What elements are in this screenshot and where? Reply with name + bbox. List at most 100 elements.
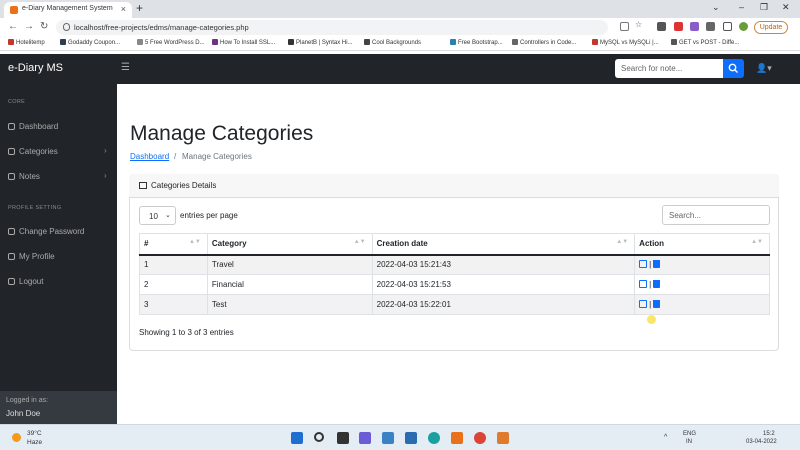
column-header-number[interactable]: # ▲▼ xyxy=(139,233,208,256)
edit-icon[interactable] xyxy=(639,260,648,269)
column-header-creation-date[interactable]: Creation date ▲▼ xyxy=(371,233,636,256)
extensions-puzzle-icon[interactable] xyxy=(706,22,715,31)
sublime-icon[interactable] xyxy=(451,432,463,444)
minimize-icon[interactable]: – xyxy=(739,2,744,12)
reload-icon[interactable]: ↻ xyxy=(40,21,48,32)
settings-app-icon[interactable] xyxy=(382,432,394,444)
edit-icon[interactable] xyxy=(639,280,648,288)
bookmark-item[interactable]: Godaddy Coupon... xyxy=(60,39,120,46)
bookmark-item[interactable]: Free Bootstrap... xyxy=(450,39,503,46)
bookmark-item[interactable]: PlanetB | Syntax Hi... xyxy=(288,39,353,46)
note-search-input[interactable] xyxy=(615,59,723,78)
tray-chevron-up-icon[interactable]: ^ xyxy=(664,434,672,442)
language-region: IN xyxy=(686,439,692,445)
new-tab-icon[interactable]: + xyxy=(136,1,143,15)
column-header-category[interactable]: Category ▲▼ xyxy=(206,233,373,256)
cell-action: | xyxy=(634,294,770,315)
sidebar-item-notes[interactable]: Notes xyxy=(8,172,40,181)
sidebar-footer: Logged in as: John Doe xyxy=(0,391,117,424)
task-view-icon[interactable] xyxy=(337,432,349,444)
table-icon xyxy=(139,182,147,189)
tab-search-icon[interactable]: ⌄ xyxy=(712,2,720,13)
bookmark-item[interactable]: Controllers in Code... xyxy=(512,39,576,46)
dashboard-icon xyxy=(8,123,15,130)
mouse-cursor-highlight xyxy=(647,315,656,324)
breadcrumb-dashboard-link[interactable]: Dashboard xyxy=(130,152,169,161)
clock-time[interactable]: 15:2 xyxy=(763,431,775,437)
language-indicator[interactable]: ENG xyxy=(683,431,696,437)
bookmark-item[interactable]: 5 Free WordPress D... xyxy=(137,39,205,46)
taskbar-search-icon[interactable] xyxy=(314,432,324,442)
sort-icon: ▲▼ xyxy=(353,239,366,245)
weather-temperature: 39°C xyxy=(27,430,42,437)
search-icon xyxy=(728,63,738,73)
url-bar[interactable]: localhost/free-projects/edms/manage-cate… xyxy=(56,20,608,35)
share-icon[interactable] xyxy=(620,22,629,31)
bookmark-item[interactable]: MySQL vs MySQLi |... xyxy=(592,39,659,46)
sidebar-item-change-password[interactable]: Change Password xyxy=(8,227,84,236)
table-search-input[interactable] xyxy=(662,205,770,225)
delete-icon[interactable] xyxy=(653,300,661,308)
maximize-icon[interactable]: ❐ xyxy=(760,2,768,13)
delete-icon[interactable] xyxy=(653,280,661,288)
close-tab-icon[interactable]: × xyxy=(121,4,126,14)
sidebar-item-logout[interactable]: Logout xyxy=(8,277,43,286)
chevron-right-icon: › xyxy=(104,171,107,180)
bookmark-star-icon[interactable]: ☆ xyxy=(635,20,644,29)
entries-per-page-select[interactable]: 10 ⌄ xyxy=(139,206,176,225)
table-header-row: # ▲▼ Category ▲▼ Creation date ▲▼ Action ▲▼ xyxy=(139,233,770,256)
info-icon[interactable] xyxy=(63,23,70,31)
cell-category: Travel xyxy=(206,254,373,275)
profile-avatar-icon[interactable] xyxy=(739,22,748,31)
forward-icon[interactable]: → xyxy=(24,21,34,32)
sidebar-item-categories[interactable]: Categories xyxy=(8,147,58,156)
logout-icon xyxy=(8,278,15,285)
user-dropdown-icon[interactable]: 👤▾ xyxy=(756,63,772,74)
cell-category: Financial xyxy=(206,274,373,295)
start-icon[interactable] xyxy=(291,432,303,444)
chat-icon[interactable] xyxy=(359,432,371,444)
sidebar-toggle-icon[interactable]: ☰ xyxy=(121,62,130,73)
search-button[interactable] xyxy=(723,59,744,78)
url-text: localhost/free-projects/edms/manage-cate… xyxy=(74,23,249,32)
table-row: 1 Travel 2022-04-03 15:21:43 | xyxy=(139,254,770,275)
sidebar-item-my-profile[interactable]: My Profile xyxy=(8,252,55,261)
weather-sun-icon[interactable] xyxy=(12,433,21,442)
windows-taskbar: 39°C Haze ^ ENG IN 15:2 03-04-2022 xyxy=(0,424,800,450)
breadcrumb-current: Manage Categories xyxy=(182,152,252,161)
brand-logo[interactable]: e-Diary MS xyxy=(8,62,63,74)
close-window-icon[interactable]: ✕ xyxy=(782,2,790,13)
sidebar-item-dashboard[interactable]: Dashboard xyxy=(8,122,58,131)
back-icon[interactable]: ← xyxy=(8,21,18,32)
xampp-icon[interactable] xyxy=(497,432,509,444)
edit-icon[interactable] xyxy=(639,300,648,308)
chevron-down-icon: ⌄ xyxy=(165,212,171,219)
breadcrumb-separator: / xyxy=(174,152,177,161)
cell-number: 3 xyxy=(139,294,208,315)
clock-date[interactable]: 03-04-2022 xyxy=(746,439,777,445)
extension-pen-icon[interactable] xyxy=(690,22,699,31)
side-panel-icon[interactable] xyxy=(723,22,732,31)
sort-icon: ▲▼ xyxy=(616,239,629,245)
edge-icon[interactable] xyxy=(428,432,440,444)
chrome-icon[interactable] xyxy=(474,432,486,444)
store-icon[interactable] xyxy=(405,432,417,444)
cell-number: 2 xyxy=(139,274,208,295)
bookmark-item[interactable]: Hotelitemp xyxy=(8,39,45,46)
delete-icon[interactable] xyxy=(653,260,661,269)
bookmark-item[interactable]: Cool Backgrounds xyxy=(364,39,421,46)
column-header-action[interactable]: Action ▲▼ xyxy=(634,233,770,256)
bookmark-item[interactable]: GET vs POST - Diffe... xyxy=(671,39,739,46)
sidebar: CORE Dashboard Categories › Notes › PROF… xyxy=(0,84,117,424)
sidebar-heading-profile: PROFILE SETTING xyxy=(8,205,62,211)
bookmark-item[interactable]: How To Install SSL... xyxy=(212,39,275,46)
update-button[interactable]: Update xyxy=(754,21,788,34)
notes-icon xyxy=(8,173,15,180)
card-header: Categories Details xyxy=(129,174,779,198)
browser-tab[interactable]: e-Diary Management System × xyxy=(4,2,132,18)
extension-new-icon[interactable] xyxy=(674,22,683,31)
cell-category: Test xyxy=(206,294,373,315)
extension-icon[interactable] xyxy=(657,22,666,31)
cell-creation-date: 2022-04-03 15:21:53 xyxy=(371,274,636,295)
cell-creation-date: 2022-04-03 15:21:43 xyxy=(371,254,636,275)
